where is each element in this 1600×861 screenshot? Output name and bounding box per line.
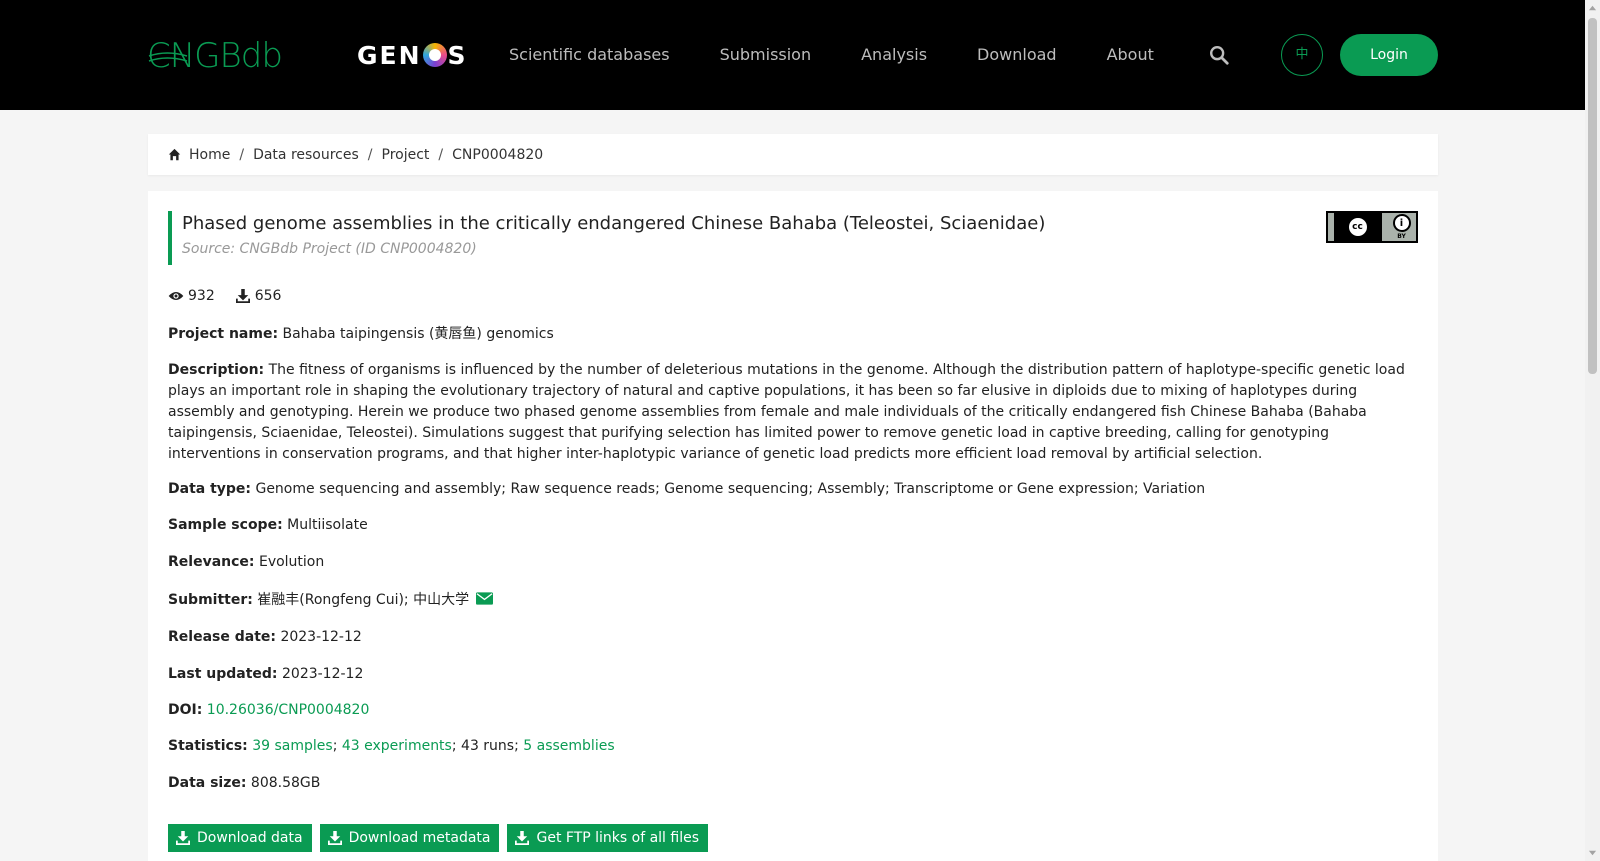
scroll-up-arrow-icon[interactable] <box>1588 4 1597 13</box>
button-label: Get FTP links of all files <box>536 830 700 846</box>
home-icon <box>168 148 181 161</box>
project-detail-card: Phased genome assemblies in the critical… <box>148 191 1438 861</box>
field-label: Description: <box>168 362 265 378</box>
field-label: Data type: <box>168 481 252 497</box>
nav-submission[interactable]: Submission <box>720 42 812 68</box>
genos-logo-left: GEN <box>357 40 422 70</box>
field-label: Statistics: <box>168 738 248 754</box>
search-icon[interactable] <box>1208 44 1230 66</box>
field-last-updated: Last updated: 2023-12-12 <box>168 664 1418 685</box>
button-label: Download data <box>197 830 303 846</box>
view-count: 932 <box>168 288 215 304</box>
field-label: Project name: <box>168 326 279 342</box>
download-icon <box>235 289 250 303</box>
scroll-down-arrow-icon[interactable] <box>1588 848 1597 857</box>
field-project-name: Project name: Bahaba taipingensis (黄唇鱼) … <box>168 324 1418 345</box>
stat-separator: ; <box>332 738 342 754</box>
svg-text:CNGBdb: CNGBdb <box>147 36 282 74</box>
scrollbar-thumb[interactable] <box>1588 18 1597 374</box>
field-label: Last updated: <box>168 666 278 682</box>
download-icon <box>176 831 190 845</box>
cngbdb-logo[interactable]: CNGBdb <box>147 36 309 74</box>
field-value: The fitness of organisms is influenced b… <box>168 362 1405 462</box>
field-label: Release date: <box>168 629 276 645</box>
field-submitter: Submitter: 崔融丰(Rongfeng Cui); 中山大学 <box>168 590 1418 611</box>
breadcrumb-data-resources[interactable]: Data resources <box>253 147 359 163</box>
envelope-icon[interactable] <box>475 592 493 605</box>
field-value: Evolution <box>258 554 325 570</box>
field-label: Sample scope: <box>168 517 283 533</box>
breadcrumb-separator: / <box>239 146 245 163</box>
genos-ring-icon <box>422 43 447 67</box>
cc-icon: cc <box>1333 213 1382 241</box>
download-count: 656 <box>235 288 282 304</box>
breadcrumb-separator: / <box>438 146 444 163</box>
field-value: 2023-12-12 <box>282 666 364 682</box>
nav-analysis[interactable]: Analysis <box>861 42 927 68</box>
page-source: Source: CNGBdb Project (ID CNP0004820) <box>182 241 477 257</box>
attribution-icon: i BY <box>1392 214 1411 240</box>
cngbdb-logo-mark: CNGBdb <box>147 36 283 74</box>
stat-separator: ; <box>514 738 524 754</box>
field-value: Multiisolate <box>287 517 368 533</box>
download-icon <box>327 831 342 845</box>
language-toggle-button[interactable]: 中 <box>1281 34 1323 76</box>
breadcrumb: Home / Data resources / Project / CNP000… <box>148 134 1438 175</box>
field-relevance: Relevance: Evolution <box>168 552 1418 573</box>
field-statistics: Statistics: 39 samples; 43 experiments; … <box>168 736 1418 757</box>
field-release-date: Release date: 2023-12-12 <box>168 627 1418 648</box>
stat-separator: ; <box>451 738 462 754</box>
field-value: Bahaba taipingensis (黄唇鱼) genomics <box>282 326 554 342</box>
breadcrumb-current: CNP0004820 <box>452 146 544 163</box>
nav-scientific-databases[interactable]: Scientific databases <box>509 42 670 68</box>
login-button[interactable]: Login <box>1340 34 1438 76</box>
runs-count: 43 runs <box>461 738 515 754</box>
samples-link[interactable]: 39 samples <box>252 738 332 754</box>
eye-icon <box>168 292 184 300</box>
page-title: Phased genome assemblies in the critical… <box>182 213 1046 234</box>
download-actions: Download data Download metadata Get FTP … <box>168 824 709 852</box>
view-count-value: 932 <box>188 288 215 304</box>
license-badge-text: BY <box>1397 233 1406 240</box>
nav-about[interactable]: About <box>1107 42 1154 68</box>
field-value: 崔融丰(Rongfeng Cui); 中山大学 <box>257 592 470 608</box>
field-label: DOI: <box>168 702 203 718</box>
field-description: Description: The fitness of organisms is… <box>168 360 1418 465</box>
field-label: Submitter: <box>168 592 253 608</box>
doi-link[interactable]: 10.26036/CNP0004820 <box>207 702 370 718</box>
field-label: Data size: <box>168 775 247 791</box>
button-label: Download metadata <box>348 830 491 846</box>
experiments-link[interactable]: 43 experiments <box>342 738 452 754</box>
breadcrumb-home[interactable]: Home <box>189 147 230 163</box>
field-sample-scope: Sample scope: Multiisolate <box>168 515 1418 536</box>
assemblies-link[interactable]: 5 assemblies <box>523 738 614 754</box>
breadcrumb-separator: / <box>367 146 373 163</box>
project-title-block: Phased genome assemblies in the critical… <box>168 211 1268 265</box>
field-value: 808.58GB <box>250 775 321 791</box>
download-icon <box>515 831 530 845</box>
field-label: Relevance: <box>168 554 255 570</box>
field-data-size: Data size: 808.58GB <box>168 773 1418 794</box>
page-scrollbar[interactable] <box>1585 0 1600 861</box>
nav-download[interactable]: Download <box>977 42 1057 68</box>
main-nav: Scientific databases Submission Analysis… <box>509 42 1204 68</box>
view-download-stats: 932 656 <box>168 288 301 304</box>
download-metadata-button[interactable]: Download metadata <box>319 824 500 852</box>
field-data-type: Data type: Genome sequencing and assembl… <box>168 479 1418 500</box>
genos-logo-right: S <box>447 40 468 70</box>
field-value: Genome sequencing and assembly; Raw sequ… <box>255 481 1206 497</box>
top-navbar: CNGBdb GEN S Scientific databases Submis… <box>0 0 1585 110</box>
breadcrumb-project[interactable]: Project <box>382 147 430 163</box>
cc-by-license-badge[interactable]: cc i BY <box>1326 211 1418 243</box>
genos-logo[interactable]: GEN S <box>357 38 468 72</box>
download-data-button[interactable]: Download data <box>168 824 312 852</box>
get-ftp-links-button[interactable]: Get FTP links of all files <box>507 824 709 852</box>
download-count-value: 656 <box>254 288 282 304</box>
field-value: 2023-12-12 <box>280 629 362 645</box>
field-doi: DOI: 10.26036/CNP0004820 <box>168 700 1418 721</box>
